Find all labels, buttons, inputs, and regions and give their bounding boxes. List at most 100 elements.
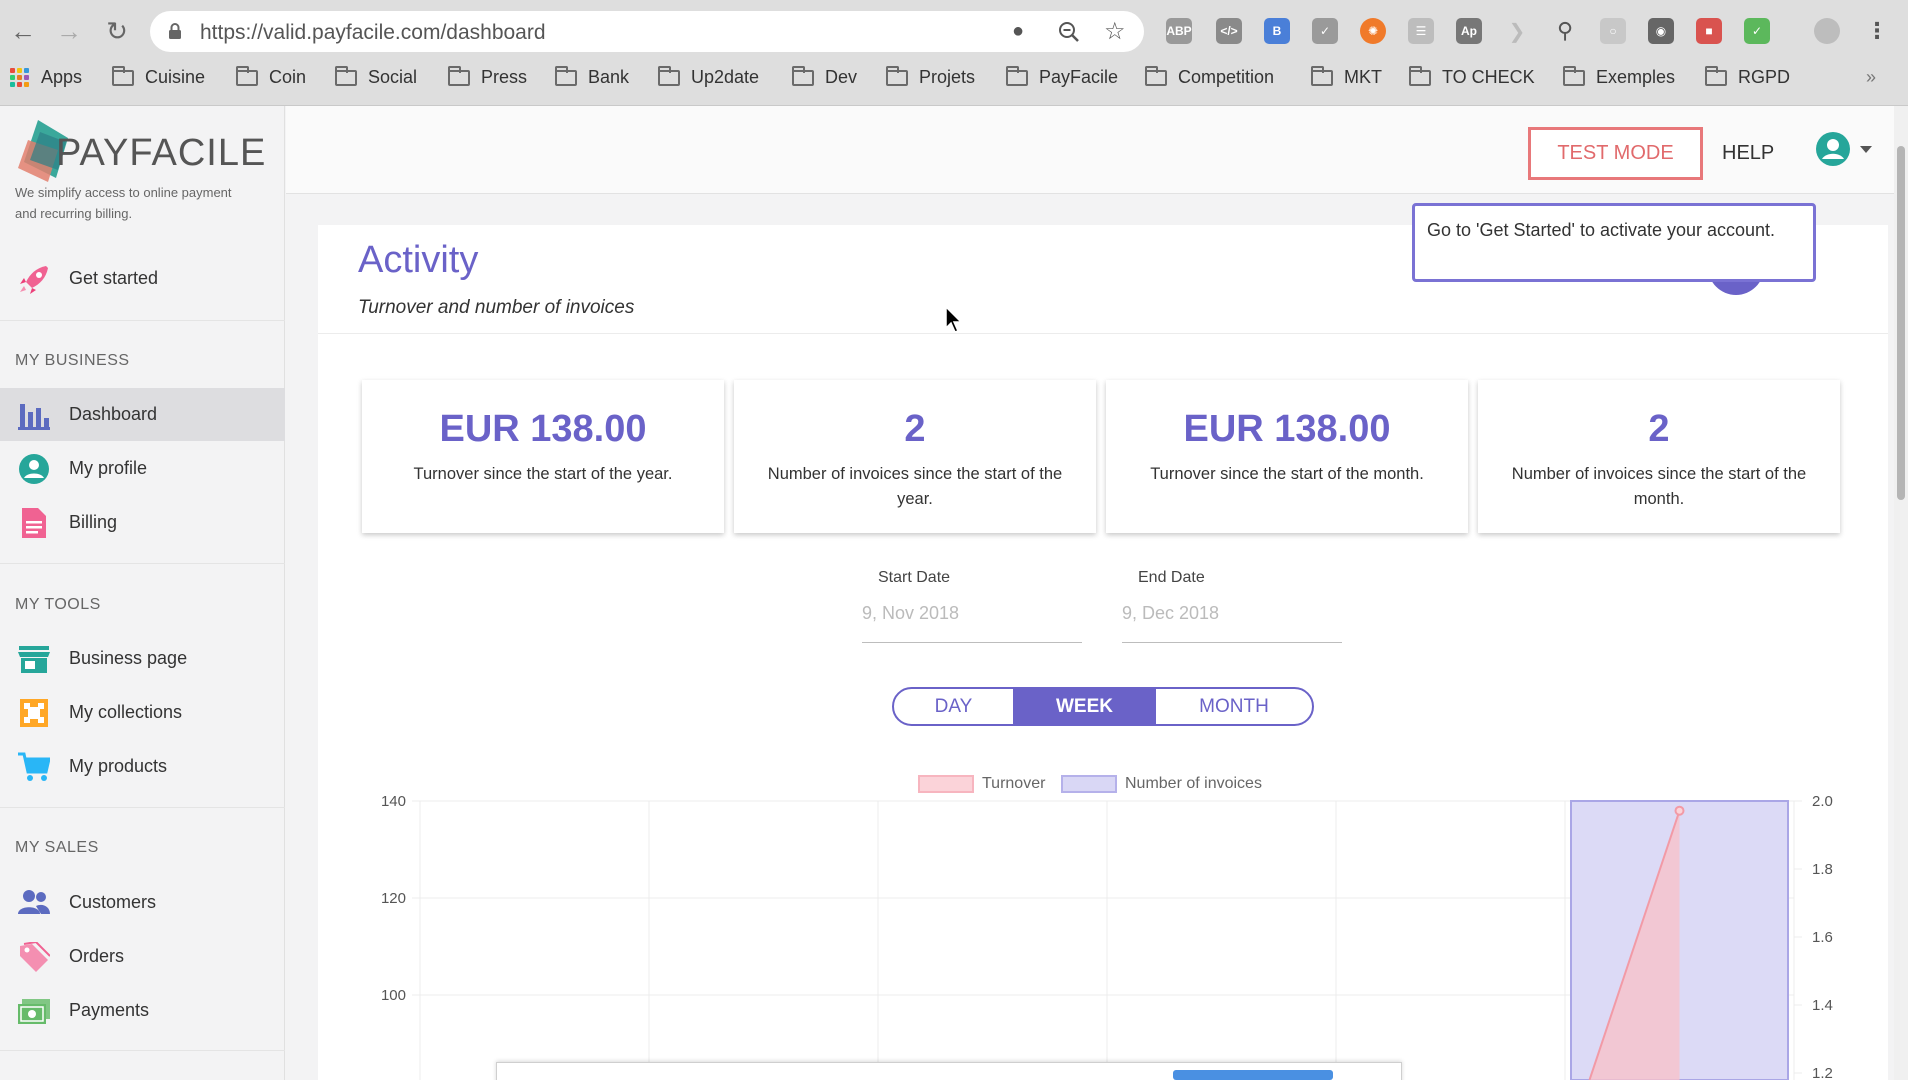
sidebar-item-label: Get started: [69, 268, 159, 288]
section-my-tools: MY TOOLS: [15, 596, 101, 613]
stat-label: Turnover since the start of the year.: [413, 465, 673, 483]
bookmark-folder[interactable]: Bank: [555, 65, 629, 88]
bookmark-folder[interactable]: Projets: [886, 65, 975, 88]
folder-icon: [658, 65, 680, 86]
bookmark-apps[interactable]: Apps: [10, 67, 82, 88]
extension-icon[interactable]: ❯: [1504, 18, 1530, 44]
tag-icon: [20, 942, 50, 972]
sidebar-item-my-profile[interactable]: My profile: [0, 442, 285, 495]
bookmark-folder[interactable]: TO CHECK: [1409, 65, 1535, 88]
bookmark-folder[interactable]: RGPD: [1705, 65, 1790, 88]
sidebar-item-billing[interactable]: Billing: [0, 496, 285, 549]
sidebar-item-label: My collections: [69, 702, 183, 722]
extension-icon[interactable]: ✓: [1744, 18, 1770, 44]
divider: [0, 320, 285, 321]
sidebar-item-my-products[interactable]: My products: [0, 740, 285, 793]
extension-icon[interactable]: ◉: [1648, 18, 1674, 44]
extension-icon[interactable]: Ap: [1456, 18, 1482, 44]
extension-icon[interactable]: ■: [1696, 18, 1722, 44]
camera-icon[interactable]: ●: [1012, 20, 1024, 43]
period-month-button[interactable]: MONTH: [1156, 689, 1312, 724]
scroll-thumb[interactable]: [1897, 146, 1905, 500]
star-icon[interactable]: ☆: [1104, 17, 1126, 46]
bookmark-folder[interactable]: Social: [335, 65, 417, 88]
sidebar-item-my-collections[interactable]: My collections: [0, 686, 285, 739]
divider: [0, 807, 285, 808]
extension-icon[interactable]: B: [1264, 18, 1290, 44]
menu-dots-icon[interactable]: ⋮: [1864, 18, 1890, 44]
extension-icon[interactable]: ✓: [1312, 18, 1338, 44]
stat-card-invoices-month: 2 Number of invoices since the start of …: [1478, 380, 1840, 533]
popup-action-button[interactable]: [1173, 1070, 1333, 1080]
y-left-tick-label: 100: [381, 987, 406, 1004]
user-account-icon[interactable]: [1816, 132, 1850, 166]
bottom-popup: [496, 1062, 1402, 1080]
collection-icon: [20, 699, 48, 727]
extension-icon[interactable]: ○: [1600, 18, 1626, 44]
divider: [0, 1050, 285, 1051]
start-date-field[interactable]: Start Date 9, Nov 2018: [862, 569, 1082, 643]
sidebar-item-business-page[interactable]: Business page: [0, 632, 285, 685]
sidebar-item-label: Dashboard: [69, 404, 158, 424]
legend-swatch: [918, 775, 974, 793]
divider: [318, 333, 1888, 334]
zoom-out-icon[interactable]: [1058, 21, 1080, 43]
more-bookmarks-icon[interactable]: »: [1866, 67, 1876, 88]
adblock-icon[interactable]: ABP: [1166, 18, 1192, 44]
sidebar-item-label: Payments: [69, 1000, 150, 1020]
period-day-button[interactable]: DAY: [894, 689, 1015, 724]
sidebar-item-customers[interactable]: Customers: [0, 876, 285, 929]
reload-icon[interactable]: ↻: [100, 14, 134, 48]
user-circle-icon: [19, 454, 49, 484]
legend-label: Number of invoices: [1125, 775, 1262, 792]
legend-turnover[interactable]: Turnover: [918, 775, 1045, 793]
bookmark-folder[interactable]: Up2date: [658, 65, 759, 88]
bookmark-folder[interactable]: MKT: [1311, 65, 1382, 88]
bar-chart-icon: [18, 404, 50, 430]
profile-icon[interactable]: [1814, 18, 1840, 44]
search-icon[interactable]: ⚲: [1552, 18, 1578, 44]
stat-card-invoices-year: 2 Number of invoices since the start of …: [734, 380, 1096, 533]
bookmark-folder[interactable]: PayFacile: [1006, 65, 1118, 88]
page-scrollbar[interactable]: [1894, 106, 1908, 1080]
folder-icon: [886, 65, 908, 86]
start-date-input[interactable]: 9, Nov 2018: [862, 603, 1082, 643]
y-right-tick-label: 1.8: [1812, 861, 1833, 878]
sidebar-item-orders[interactable]: Orders: [0, 930, 285, 983]
folder-icon: [1311, 65, 1333, 86]
code-icon[interactable]: </>: [1216, 18, 1242, 44]
legend-swatch: [1061, 775, 1117, 793]
extension-icon[interactable]: ☰: [1408, 18, 1434, 44]
folder-icon: [1705, 65, 1727, 86]
activity-chart: 140 120 100 2.0 1.8 1.6 1.4 1.2: [381, 795, 1833, 1080]
chevron-down-icon[interactable]: [1860, 146, 1872, 153]
legend-invoices[interactable]: Number of invoices: [1061, 775, 1262, 793]
folder-icon: [1145, 65, 1167, 86]
end-date-field[interactable]: End Date 9, Dec 2018: [1122, 569, 1342, 643]
bookmark-folder[interactable]: Competition: [1145, 65, 1274, 88]
turnover-point: [1674, 805, 1685, 816]
back-icon[interactable]: ←: [6, 14, 40, 48]
sidebar-item-get-started[interactable]: Get started: [0, 252, 285, 305]
help-link[interactable]: HELP: [1722, 142, 1774, 165]
divider: [0, 563, 285, 564]
url-text: https://valid.payfacile.com/dashboard: [200, 21, 546, 44]
sidebar-item-dashboard[interactable]: Dashboard: [0, 388, 285, 441]
end-date-input[interactable]: 9, Dec 2018: [1122, 603, 1342, 643]
sidebar-item-label: My profile: [69, 458, 148, 478]
bookmark-folder[interactable]: Dev: [792, 65, 857, 88]
bookmark-folder[interactable]: Coin: [236, 65, 306, 88]
bookmark-folder[interactable]: Cuisine: [112, 65, 205, 88]
extension-icon[interactable]: ✺: [1360, 18, 1386, 44]
bookmark-folder[interactable]: Exemples: [1563, 65, 1675, 88]
sidebar-item-label: Business page: [69, 648, 188, 668]
bookmark-folder[interactable]: Press: [448, 65, 527, 88]
sidebar-item-payments[interactable]: Payments: [0, 984, 285, 1037]
period-week-button[interactable]: WEEK: [1015, 689, 1156, 724]
folder-icon: [1006, 65, 1028, 86]
folder-icon: [236, 65, 258, 86]
forward-icon[interactable]: →: [52, 14, 86, 48]
folder-icon: [792, 65, 814, 86]
address-bar[interactable]: https://valid.payfacile.com/dashboard ● …: [150, 11, 1144, 52]
test-mode-button[interactable]: TEST MODE: [1528, 127, 1703, 180]
